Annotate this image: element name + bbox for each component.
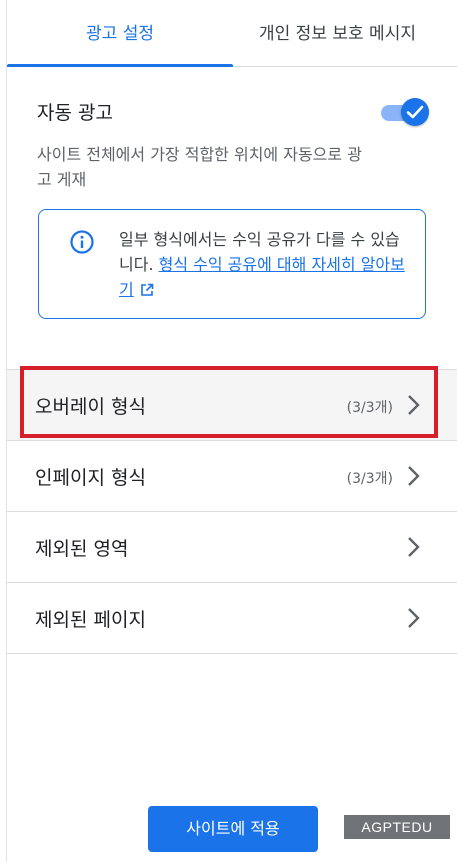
chevron-right-icon [408,395,420,415]
chevron-right-icon [408,608,420,628]
info-icon [70,230,94,254]
settings-list: 오버레이 형식 (3/3개) 인페이지 형식 (3/3개) 제외된 영역 제외된… [7,369,457,654]
auto-ads-toggle[interactable] [381,98,429,128]
list-item-in-page-formats[interactable]: 인페이지 형식 (3/3개) [7,440,457,511]
chevron-right-icon [408,537,420,557]
list-item-label: 오버레이 형식 [35,396,146,418]
ad-settings-panel: 광고 설정 개인 정보 보호 메시지 자동 광고 사이트 전체에서 가장 적합한… [6,0,457,862]
info-text-block: 일부 형식에서는 수익 공유가 다를 수 있습니다. 형식 수익 공유에 대해 … [119,227,409,302]
revenue-share-link[interactable]: 형식 수익 공유에 대해 자세히 알아보기 [119,255,405,299]
apply-to-site-button[interactable]: 사이트에 적용 [148,806,318,852]
check-icon [406,105,424,119]
list-item-label: 제외된 영역 [35,538,129,560]
list-item-count: (3/3개) [346,400,393,416]
list-item-label: 인페이지 형식 [35,467,146,489]
toggle-thumb [401,98,429,126]
tab-privacy-messages[interactable]: 개인 정보 보호 메시지 [233,0,457,66]
list-item-label: 제외된 페이지 [35,609,146,631]
auto-ads-title: 자동 광고 [37,102,113,124]
info-box: 일부 형식에서는 수익 공유가 다를 수 있습니다. 형식 수익 공유에 대해 … [38,209,426,319]
list-item-excluded-areas[interactable]: 제외된 영역 [7,511,457,582]
list-item-overlay-formats[interactable]: 오버레이 형식 (3/3개) [7,369,457,440]
list-item-count: (3/3개) [346,471,393,487]
tab-ad-settings[interactable]: 광고 설정 [7,0,233,67]
list-item-excluded-pages[interactable]: 제외된 페이지 [7,582,457,654]
auto-ads-description: 사이트 전체에서 가장 적합한 위치에 자동으로 광고 게재 [37,145,362,189]
watermark: AGPTEDU [344,815,450,839]
chevron-right-icon [408,466,420,486]
open-in-new-icon[interactable] [140,283,154,297]
tab-bar: 광고 설정 개인 정보 보호 메시지 [7,0,457,67]
